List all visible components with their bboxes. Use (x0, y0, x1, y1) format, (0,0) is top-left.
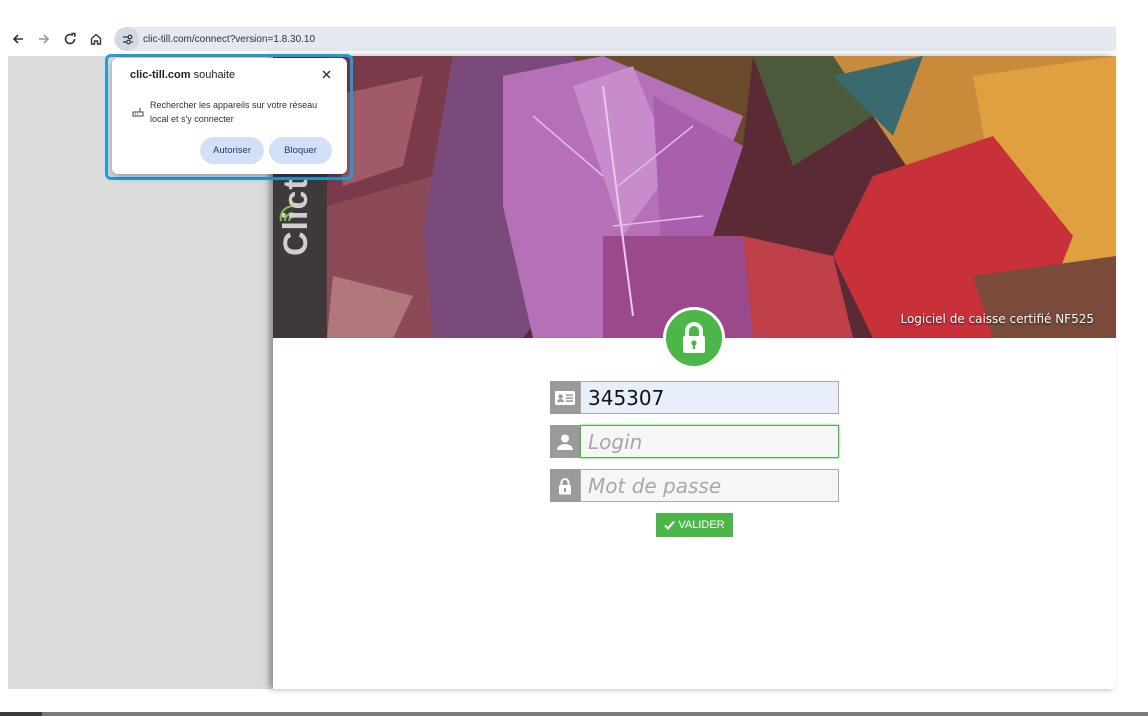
popup-title: clic-till.com souhaite (130, 69, 235, 81)
site-settings-icon (122, 34, 133, 44)
banner-tagline: Logiciel de caisse certifié NF525 (900, 312, 1094, 326)
account-input[interactable] (580, 381, 839, 414)
permission-popup: clic-till.com souhaite Rechercher les ap… (112, 58, 347, 174)
back-button[interactable] (8, 29, 28, 49)
password-input[interactable] (580, 469, 839, 502)
lock-badge (663, 307, 725, 369)
forward-button[interactable] (34, 29, 54, 49)
taskbar-edge (0, 712, 1148, 716)
account-field-icon (550, 381, 580, 414)
autumn-leaves-image (273, 56, 1116, 338)
padlock-icon (559, 477, 571, 494)
lock-icon (683, 322, 705, 353)
url-text: clic-till.com/connect?version=1.8.30.10 (143, 33, 316, 45)
popup-site: clic-till.com (130, 69, 191, 81)
taskbar-segment (0, 712, 42, 716)
address-bar[interactable]: clic-till.com/connect?version=1.8.30.10 (114, 27, 1116, 51)
close-icon (322, 70, 330, 78)
valider-label: VALIDER (678, 519, 725, 531)
network-icon (132, 108, 144, 117)
back-arrow-icon (12, 34, 23, 44)
popup-description: Rechercher les appareils sur votre résea… (150, 100, 318, 124)
reload-icon (64, 32, 76, 45)
account-field (550, 381, 839, 414)
forward-arrow-icon (39, 34, 50, 44)
site-info-button[interactable] (115, 27, 139, 51)
block-button[interactable]: Bloquer (269, 137, 332, 164)
login-field-icon (550, 425, 580, 458)
reload-button[interactable] (60, 29, 80, 49)
check-icon (664, 520, 676, 530)
password-field (550, 469, 839, 502)
valider-button[interactable]: VALIDER (656, 513, 733, 537)
browser-window: clic-till.com/connect?version=1.8.30.10 (0, 0, 1148, 716)
login-field (550, 425, 839, 458)
popup-close-button[interactable] (319, 67, 333, 81)
home-button[interactable] (86, 29, 106, 49)
popup-title-suffix: souhaite (190, 69, 236, 81)
home-icon (90, 33, 102, 45)
app-panel: Clict Logiciel de caisse certifié NF525 (273, 56, 1116, 689)
password-field-icon (550, 469, 580, 502)
id-card-icon (555, 390, 575, 405)
allow-button[interactable]: Autoriser (200, 137, 264, 164)
browser-toolbar: clic-till.com/connect?version=1.8.30.10 (0, 24, 1148, 54)
brand-logo-text: Clict (277, 177, 315, 256)
banner: Clict Logiciel de caisse certifié NF525 (273, 56, 1116, 338)
login-input[interactable] (580, 425, 839, 458)
user-icon (557, 434, 573, 450)
